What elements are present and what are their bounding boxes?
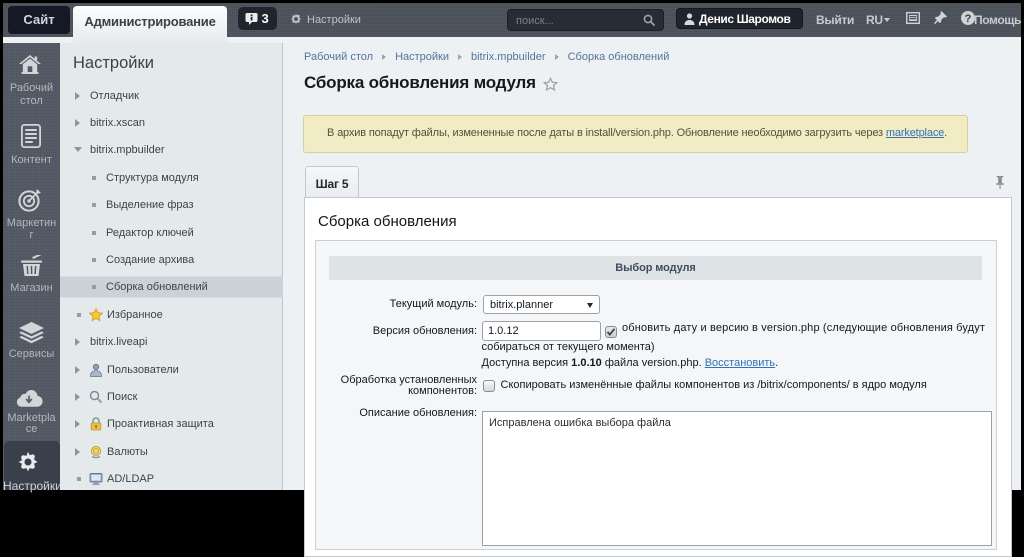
svg-text:?: ? [965,13,972,25]
